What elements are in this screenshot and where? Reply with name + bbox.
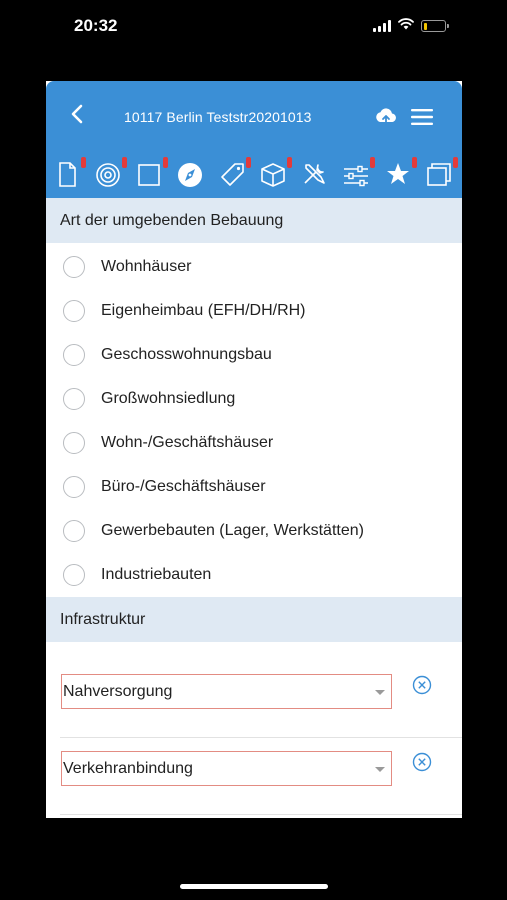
home-indicator[interactable] — [180, 884, 328, 889]
clear-button[interactable] — [412, 752, 432, 772]
device-bezel-left — [0, 0, 46, 900]
flag-layers — [453, 157, 458, 168]
radio-label: Eigenheimbau (EFH/DH/RH) — [101, 302, 306, 319]
tool-cube[interactable] — [258, 157, 292, 189]
select-nahversorgung[interactable]: Nahversorgung — [61, 674, 392, 709]
menu-button[interactable] — [410, 107, 434, 127]
radio-option-geschosswohnungsbau[interactable]: Geschosswohnungsbau — [46, 333, 462, 377]
radio-button[interactable] — [63, 388, 85, 410]
wifi-icon — [398, 17, 414, 35]
flag-tag — [246, 157, 251, 168]
radio-option-wohnhaeuser[interactable]: Wohnhäuser — [46, 245, 462, 289]
tool-layers[interactable] — [424, 157, 458, 189]
document-icon — [52, 162, 82, 193]
tool-star[interactable] — [383, 157, 417, 189]
radio-button[interactable] — [63, 520, 85, 542]
select-verkehranbindung[interactable]: Verkehranbindung — [61, 751, 392, 786]
star-icon — [383, 163, 413, 193]
device-bezel-right — [462, 0, 507, 900]
tools-icon — [299, 164, 329, 193]
flag-document — [81, 157, 86, 168]
radio-label: Geschosswohnungsbau — [101, 346, 272, 363]
radio-label: Industriebauten — [101, 566, 212, 583]
tool-document[interactable] — [52, 157, 86, 189]
radio-button[interactable] — [63, 564, 85, 586]
app-window: 10117 Berlin Teststr20201013 Art der umg… — [46, 81, 462, 818]
app-header: 10117 Berlin Teststr20201013 — [46, 81, 462, 198]
radio-button[interactable] — [63, 300, 85, 322]
page-title: 10117 Berlin Teststr20201013 — [124, 109, 312, 125]
flag-square — [163, 157, 168, 168]
select-value: Nahversorgung — [63, 683, 173, 700]
radio-button[interactable] — [63, 432, 85, 454]
select-row-nahversorgung: Nahversorgung — [60, 674, 462, 738]
cube-icon — [258, 163, 288, 193]
select-value: Verkehranbindung — [63, 760, 193, 777]
status-icons — [373, 17, 449, 35]
circle-x-icon — [412, 752, 432, 776]
chevron-left-icon — [70, 103, 84, 130]
circle-x-icon — [412, 675, 432, 699]
target-icon — [93, 163, 123, 193]
cloud-upload-button[interactable] — [374, 106, 398, 128]
radio-label: Großwohnsiedlung — [101, 390, 236, 407]
radio-label: Büro-/Geschäftshäuser — [101, 478, 266, 495]
radio-option-buero-geschaeftshaeuser[interactable]: Büro-/Geschäftshäuser — [46, 465, 462, 509]
compass-icon — [175, 163, 205, 193]
radio-option-industriebauten[interactable]: Industriebauten — [46, 553, 462, 597]
section-header-bebauung: Art der umgebenden Bebauung — [46, 198, 462, 243]
radio-button[interactable] — [63, 344, 85, 366]
section-header-infrastruktur: Infrastruktur — [46, 597, 462, 642]
hamburger-menu-icon — [410, 109, 434, 131]
square-icon — [134, 164, 164, 193]
back-button[interactable] — [64, 101, 90, 131]
tag-icon — [217, 163, 247, 193]
status-bar: 20:32 — [46, 0, 462, 52]
battery-icon — [421, 20, 449, 32]
radio-button[interactable] — [63, 476, 85, 498]
flag-star — [412, 157, 417, 168]
radio-option-wohn-geschaeftshaeuser[interactable]: Wohn-/Geschäftshäuser — [46, 421, 462, 465]
layers-icon — [424, 163, 454, 193]
select-row-verkehranbindung: Verkehranbindung — [60, 751, 462, 815]
radio-button[interactable] — [63, 256, 85, 278]
tool-tag[interactable] — [217, 157, 251, 189]
category-toolbar — [46, 153, 462, 195]
battery-level — [423, 22, 427, 30]
sliders-icon — [341, 165, 371, 193]
cloud-upload-icon — [374, 108, 398, 132]
radio-option-grosswohnsiedlung[interactable]: Großwohnsiedlung — [46, 377, 462, 421]
tool-target[interactable] — [93, 157, 127, 189]
tool-compass[interactable] — [175, 159, 205, 189]
tool-sliders[interactable] — [341, 157, 375, 189]
caret-down-icon — [375, 690, 385, 695]
radio-option-gewerbebauten[interactable]: Gewerbebauten (Lager, Werkstätten) — [46, 509, 462, 553]
clear-button[interactable] — [412, 675, 432, 695]
radio-option-eigenheimbau[interactable]: Eigenheimbau (EFH/DH/RH) — [46, 289, 462, 333]
flag-cube — [287, 157, 292, 168]
flag-target — [122, 157, 127, 168]
tool-square[interactable] — [134, 157, 168, 189]
radio-label: Wohnhäuser — [101, 258, 192, 275]
radio-label: Gewerbebauten (Lager, Werkstätten) — [101, 522, 364, 539]
flag-sliders — [370, 157, 375, 168]
status-time: 20:32 — [74, 16, 118, 35]
tool-tools[interactable] — [299, 159, 329, 189]
radio-label: Wohn-/Geschäftshäuser — [101, 434, 274, 451]
caret-down-icon — [375, 767, 385, 772]
signal-icon — [373, 20, 391, 32]
